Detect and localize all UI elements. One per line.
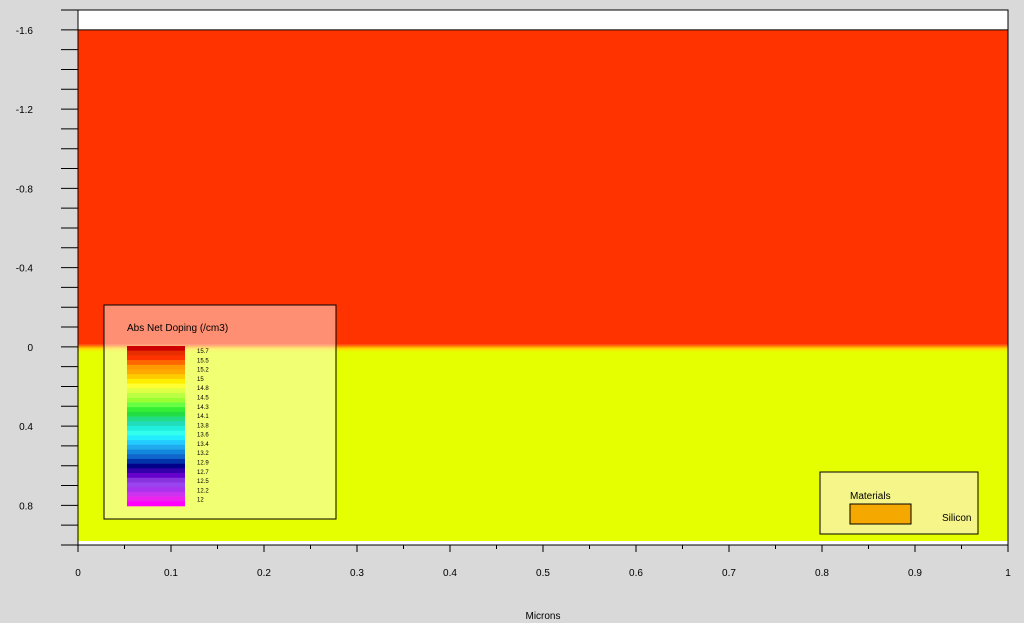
colorbar-label: 14.5	[197, 395, 209, 401]
materials-title: Materials	[850, 491, 891, 502]
x-tick-label: 0.2	[257, 568, 271, 579]
colorbar-label: 14.1	[197, 414, 209, 420]
colorbar-label: 12	[197, 498, 204, 504]
colorbar-legend: Abs Net Doping (/cm3) 15.7 15.5 15.2 15 14.8 1…	[103, 304, 337, 520]
colorbar-swatch	[127, 355, 185, 361]
colorbar-swatch	[127, 369, 185, 375]
colorbar-swatch	[127, 463, 185, 469]
legend-title: Abs Net Doping (/cm3)	[127, 323, 228, 334]
colorbar-label: 15	[197, 377, 204, 383]
doping-plot: 0 0.1 0.2 0.3 0.4 0.5 0.6 0.7 0.8 0.9 1 -1.6 -1.2 -0…	[16, 9, 1011, 622]
material-name: Silicon	[942, 513, 971, 524]
colorbar-swatch	[127, 430, 185, 436]
material-swatch	[849, 503, 912, 525]
colorbar-label: 15.7	[197, 349, 209, 355]
y-tick-label: -0.4	[16, 264, 34, 275]
colorbar-label: 12.7	[197, 470, 209, 476]
colorbar-swatch	[127, 440, 185, 446]
colorbar-swatch	[127, 444, 185, 450]
colorbar-swatch	[127, 416, 185, 422]
x-tick-label: 0.4	[443, 568, 457, 579]
colorbar-swatch	[127, 491, 185, 497]
colorbar-swatch	[127, 388, 185, 394]
colorbar-swatch	[127, 458, 185, 464]
colorbar-swatch	[127, 393, 185, 399]
colorbar-swatch	[127, 473, 185, 479]
x-tick-label: 0.6	[629, 568, 643, 579]
colorbar-swatch	[127, 360, 185, 366]
colorbar-swatch	[127, 421, 185, 427]
colorbar-swatch	[127, 468, 185, 474]
colorbar-swatch	[127, 346, 185, 352]
colorbar-swatch	[127, 426, 185, 432]
colorbar-swatch	[127, 407, 185, 413]
colorbar-label: 14.8	[197, 386, 209, 392]
y-tick-label: -0.8	[16, 184, 34, 195]
colorbar-label: 14.3	[197, 405, 209, 411]
x-tick-label: 0.7	[722, 568, 736, 579]
region-upper	[78, 29, 1008, 345]
x-tick-label: 0.5	[536, 568, 550, 579]
x-tick-label: 0.3	[350, 568, 364, 579]
y-tick-label: -1.2	[16, 105, 34, 116]
colorbar-swatch	[127, 350, 185, 356]
colorbar-swatch	[127, 435, 185, 441]
colorbar-swatch	[127, 374, 185, 380]
materials-legend: Materials Silicon	[819, 471, 979, 535]
y-tick-label: -1.6	[16, 26, 34, 37]
colorbar-swatch	[127, 397, 185, 403]
colorbar-swatch	[127, 449, 185, 455]
x-tick-label: 0.1	[164, 568, 178, 579]
x-tick-label: 1	[1005, 568, 1011, 579]
colorbar-swatch	[127, 364, 185, 370]
colorbar-label: 13.8	[197, 423, 209, 429]
y-axis: -1.6 -1.2 -0.8 -0.4 0 0.4 0.8	[16, 9, 78, 546]
x-tick-label: 0.9	[908, 568, 922, 579]
colorbar-label: 15.5	[197, 358, 209, 364]
colorbar-swatch	[127, 501, 185, 507]
colorbar-swatch	[127, 378, 185, 384]
y-tick-label: 0.8	[19, 501, 33, 512]
colorbar-swatch	[127, 454, 185, 460]
x-axis-label: Microns	[525, 611, 560, 622]
colorbar-label: 13.6	[197, 433, 209, 439]
colorbar-swatch	[127, 487, 185, 493]
y-tick-label: 0.4	[19, 422, 33, 433]
colorbar-swatch	[127, 411, 185, 417]
colorbar-swatch	[127, 477, 185, 483]
colorbar-label: 12.2	[197, 488, 209, 494]
colorbar-swatch	[127, 482, 185, 488]
colorbar-swatch	[127, 383, 185, 389]
x-axis: 0 0.1 0.2 0.3 0.4 0.5 0.6 0.7 0.8 0.9 1	[75, 545, 1011, 579]
colorbar-label: 12.5	[197, 479, 209, 485]
colorbar-swatch	[127, 402, 185, 408]
x-tick-label: 0	[75, 568, 81, 579]
colorbar-label: 13.4	[197, 442, 209, 448]
materials-box	[819, 471, 979, 535]
colorbar-label: 12.9	[197, 461, 209, 467]
y-tick-label: 0	[27, 343, 33, 354]
colorbar-swatch	[127, 496, 185, 502]
colorbar-label: 15.2	[197, 368, 209, 374]
x-tick-label: 0.8	[815, 568, 829, 579]
colorbar-label: 13.2	[197, 451, 209, 457]
